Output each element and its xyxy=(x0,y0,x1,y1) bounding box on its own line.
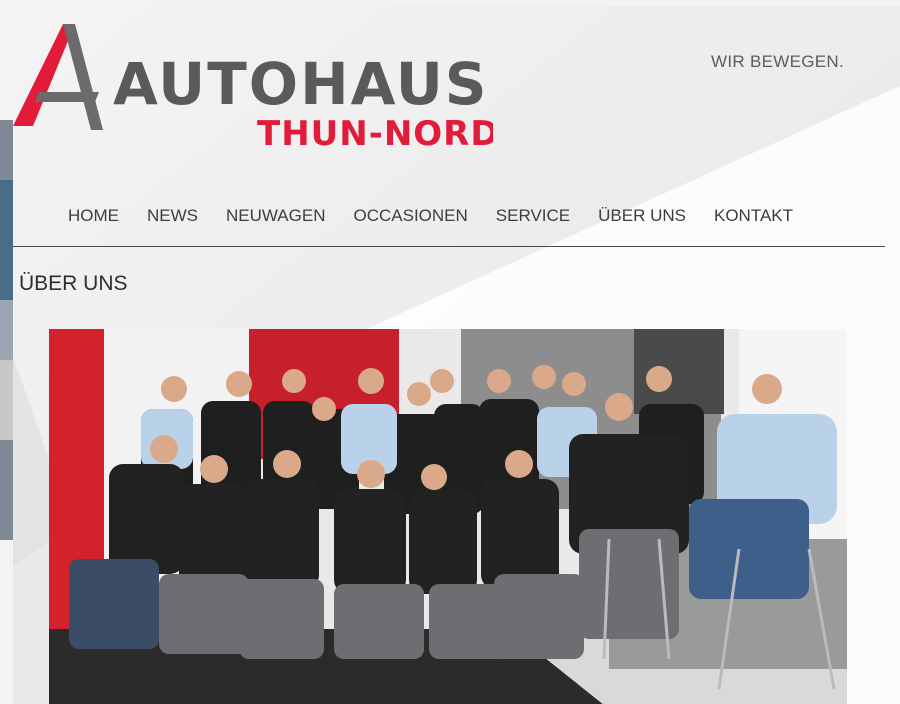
logo-mark-red xyxy=(13,24,75,126)
nav-home[interactable]: HOME xyxy=(68,206,133,226)
logo-wordmark: AUTOHAUS xyxy=(113,50,489,118)
nav-divider xyxy=(13,246,885,247)
site-frame: AUTOHAUS THUN-NORD WIR BEWEGEN. HOME NEW… xyxy=(13,6,900,704)
nav-service[interactable]: SERVICE xyxy=(482,206,584,226)
nav-occasionen[interactable]: OCCASIONEN xyxy=(340,206,482,226)
slogan: WIR BEWEGEN. xyxy=(711,52,844,71)
logo-subline: THUN-NORD xyxy=(257,114,493,150)
nav-kontakt[interactable]: KONTAKT xyxy=(700,206,807,226)
logo-mark-grey xyxy=(63,24,103,130)
main-navigation: HOME NEWS NEUWAGEN OCCASIONEN SERVICE ÜB… xyxy=(68,206,807,226)
nav-news[interactable]: NEWS xyxy=(133,206,212,226)
nav-ueber-uns[interactable]: ÜBER UNS xyxy=(584,206,700,226)
background-photo-strip xyxy=(0,120,13,540)
nav-neuwagen[interactable]: NEUWAGEN xyxy=(212,206,340,226)
autohaus-logo[interactable]: AUTOHAUS THUN-NORD xyxy=(13,20,493,150)
page-title: ÜBER UNS xyxy=(19,272,128,295)
team-photo xyxy=(49,329,847,704)
